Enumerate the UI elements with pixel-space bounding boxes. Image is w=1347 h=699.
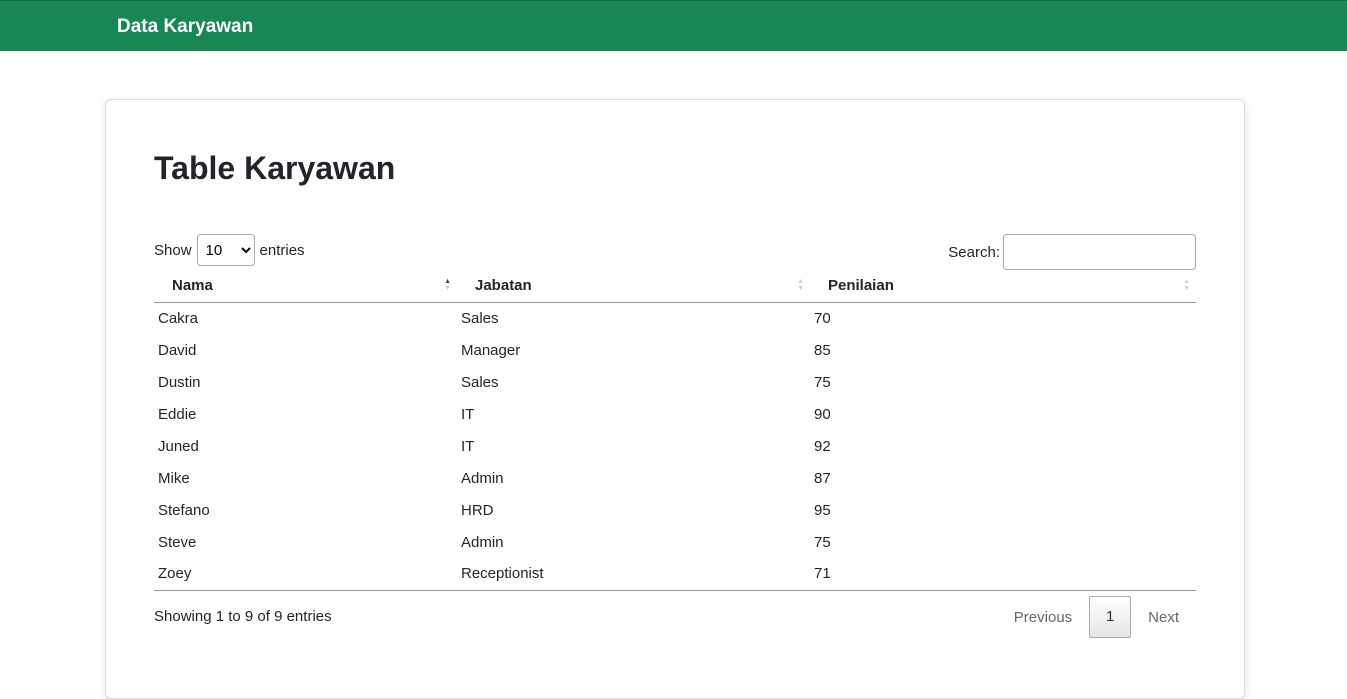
sort-icon: ▲ ▼ bbox=[797, 278, 804, 292]
cell-penilaian: 75 bbox=[814, 373, 831, 391]
length-suffix-label: entries bbox=[259, 241, 305, 259]
table-info: Showing 1 to 9 of 9 entries bbox=[154, 608, 332, 625]
content-card: Table Karyawan Show 10 entries Search: N… bbox=[105, 99, 1245, 699]
table-header-row: Nama ▲ ▼ Jabatan ▲ ▼ Penilaian ▲ ▼ bbox=[154, 270, 1196, 303]
cell-jabatan: Sales bbox=[461, 309, 499, 327]
next-page-button[interactable]: Next bbox=[1131, 598, 1196, 637]
cell-penilaian: 87 bbox=[814, 469, 831, 487]
sort-ascending-icon: ▲ ▼ bbox=[444, 278, 451, 292]
cell-nama: Eddie bbox=[158, 405, 197, 423]
table-row: Steve Admin 75 bbox=[154, 526, 1196, 558]
table-row: David Manager 85 bbox=[154, 334, 1196, 366]
search-control: Search: bbox=[948, 234, 1196, 270]
navbar: Data Karyawan bbox=[0, 0, 1347, 51]
cell-jabatan: IT bbox=[461, 405, 475, 423]
cell-nama: Dustin bbox=[158, 373, 201, 391]
cell-penilaian: 70 bbox=[814, 309, 831, 327]
page-1-button[interactable]: 1 bbox=[1089, 596, 1132, 638]
column-header-penilaian[interactable]: Penilaian ▲ ▼ bbox=[810, 270, 1196, 303]
cell-penilaian: 90 bbox=[814, 405, 831, 423]
length-prefix-label: Show bbox=[154, 241, 192, 259]
cell-nama: Juned bbox=[158, 437, 199, 455]
navbar-brand[interactable]: Data Karyawan bbox=[117, 16, 253, 38]
column-header-nama[interactable]: Nama ▲ ▼ bbox=[154, 270, 457, 303]
cell-penilaian: 71 bbox=[810, 558, 1196, 591]
cell-penilaian: 95 bbox=[814, 501, 831, 519]
cell-jabatan: Admin bbox=[461, 533, 504, 551]
table-row: Cakra Sales 70 bbox=[154, 302, 1196, 334]
cell-nama: Mike bbox=[158, 469, 190, 487]
sort-icon: ▲ ▼ bbox=[1183, 278, 1190, 292]
cell-jabatan: Sales bbox=[461, 373, 499, 391]
column-header-label: Jabatan bbox=[475, 277, 532, 295]
pagination: Previous 1 Next bbox=[997, 596, 1196, 638]
cell-jabatan: Receptionist bbox=[457, 558, 810, 591]
cell-jabatan: Admin bbox=[461, 469, 504, 487]
table-row: Stefano HRD 95 bbox=[154, 494, 1196, 526]
cell-penilaian: 92 bbox=[814, 437, 831, 455]
cell-jabatan: IT bbox=[461, 437, 475, 455]
search-label: Search: bbox=[948, 243, 1000, 261]
table-row: Dustin Sales 75 bbox=[154, 366, 1196, 398]
employee-table: Nama ▲ ▼ Jabatan ▲ ▼ Penilaian ▲ ▼ Cakra Sa… bbox=[154, 270, 1196, 591]
cell-nama: Steve bbox=[158, 533, 197, 551]
entries-per-page-select[interactable]: 10 bbox=[196, 234, 255, 266]
table-row: Zoey Receptionist 71 bbox=[154, 558, 1196, 591]
table-row: Juned IT 92 bbox=[154, 430, 1196, 462]
cell-penilaian: 75 bbox=[814, 533, 831, 551]
previous-page-button[interactable]: Previous bbox=[997, 598, 1089, 637]
cell-jabatan: Manager bbox=[461, 341, 521, 359]
cell-nama: Zoey bbox=[154, 558, 457, 591]
table-row: Eddie IT 90 bbox=[154, 398, 1196, 430]
column-header-label: Penilaian bbox=[828, 277, 894, 295]
entries-length-control: Show 10 entries bbox=[154, 234, 305, 266]
cell-penilaian: 85 bbox=[814, 341, 831, 359]
column-header-label: Nama bbox=[172, 277, 213, 295]
column-header-jabatan[interactable]: Jabatan ▲ ▼ bbox=[457, 270, 810, 303]
cell-nama: Stefano bbox=[158, 501, 210, 519]
cell-nama: Cakra bbox=[158, 309, 199, 327]
cell-jabatan: HRD bbox=[461, 501, 494, 519]
table-row: Mike Admin 87 bbox=[154, 462, 1196, 494]
search-input[interactable] bbox=[1003, 234, 1196, 270]
cell-nama: David bbox=[158, 341, 197, 359]
page-title: Table Karyawan bbox=[154, 150, 396, 186]
